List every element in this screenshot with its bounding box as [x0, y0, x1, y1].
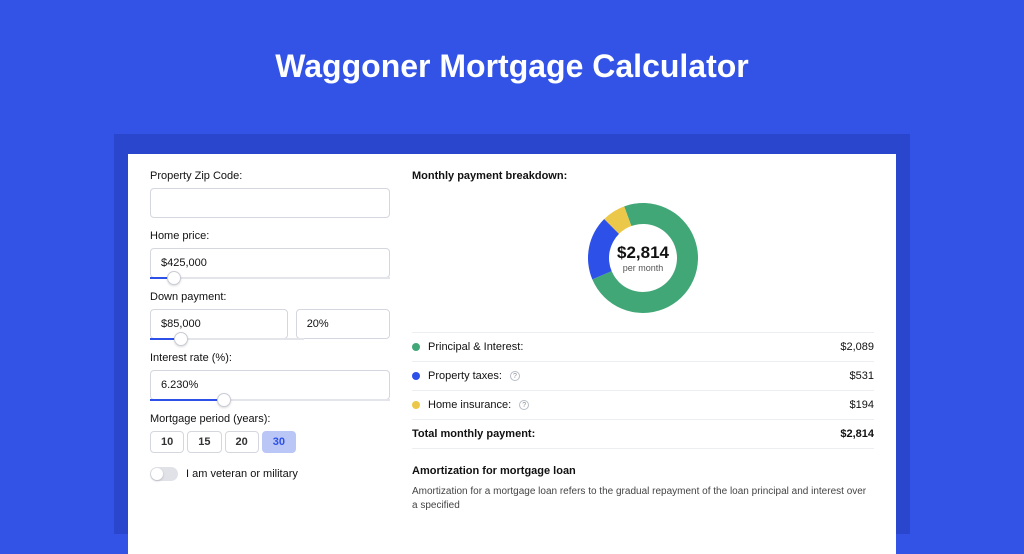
legend-value: $2,089	[840, 341, 874, 353]
info-icon[interactable]: ?	[510, 371, 520, 381]
donut-container: $2,814 per month	[412, 182, 874, 332]
legend-row-pi: Principal & Interest: $2,089	[412, 332, 874, 361]
donut-amount: $2,814	[617, 243, 669, 263]
interest-input[interactable]	[150, 370, 390, 400]
zip-input[interactable]	[150, 188, 390, 218]
period-label: Mortgage period (years):	[150, 413, 390, 425]
down-payment-percent-input[interactable]	[296, 309, 390, 339]
legend-label: Property taxes:	[428, 370, 502, 382]
home-price-input[interactable]	[150, 248, 390, 278]
calculator-card: Property Zip Code: Home price: Down paym…	[128, 154, 896, 554]
info-icon[interactable]: ?	[519, 400, 529, 410]
home-price-slider-thumb[interactable]	[167, 271, 181, 285]
down-payment-slider-thumb[interactable]	[174, 332, 188, 346]
total-label: Total monthly payment:	[412, 428, 535, 440]
amortization-body: Amortization for a mortgage loan refers …	[412, 485, 874, 513]
period-option-20[interactable]: 20	[225, 431, 259, 453]
period-option-10[interactable]: 10	[150, 431, 184, 453]
legend-row-tax: Property taxes: ? $531	[412, 361, 874, 390]
interest-slider-thumb[interactable]	[217, 393, 231, 407]
home-price-slider[interactable]	[150, 277, 390, 279]
period-option-15[interactable]: 15	[187, 431, 221, 453]
interest-label: Interest rate (%):	[150, 352, 390, 364]
breakdown-title: Monthly payment breakdown:	[412, 170, 874, 182]
down-payment-amount-input[interactable]	[150, 309, 288, 339]
home-price-label: Home price:	[150, 230, 390, 242]
period-option-30[interactable]: 30	[262, 431, 296, 453]
zip-label: Property Zip Code:	[150, 170, 390, 182]
donut-chart: $2,814 per month	[583, 198, 703, 318]
interest-slider[interactable]	[150, 399, 390, 401]
page-title: Waggoner Mortgage Calculator	[0, 0, 1024, 113]
total-value: $2,814	[840, 428, 874, 440]
veteran-toggle[interactable]	[150, 467, 178, 481]
down-payment-label: Down payment:	[150, 291, 390, 303]
legend-value: $194	[850, 399, 874, 411]
breakdown-panel: Monthly payment breakdown: $2,814 per mo…	[412, 166, 874, 554]
veteran-label: I am veteran or military	[186, 468, 298, 480]
legend-row-total: Total monthly payment: $2,814	[412, 419, 874, 449]
dot-icon	[412, 372, 420, 380]
dot-icon	[412, 343, 420, 351]
donut-sublabel: per month	[623, 263, 664, 273]
legend-row-ins: Home insurance: ? $194	[412, 390, 874, 419]
dot-icon	[412, 401, 420, 409]
down-payment-slider[interactable]	[150, 338, 304, 340]
legend-label: Home insurance:	[428, 399, 511, 411]
legend-value: $531	[850, 370, 874, 382]
legend-label: Principal & Interest:	[428, 341, 523, 353]
amortization-title: Amortization for mortgage loan	[412, 465, 874, 477]
period-group: 10152030	[150, 431, 390, 453]
veteran-toggle-knob	[151, 468, 163, 480]
interest-slider-fill	[150, 399, 224, 401]
form-panel: Property Zip Code: Home price: Down paym…	[150, 166, 390, 554]
